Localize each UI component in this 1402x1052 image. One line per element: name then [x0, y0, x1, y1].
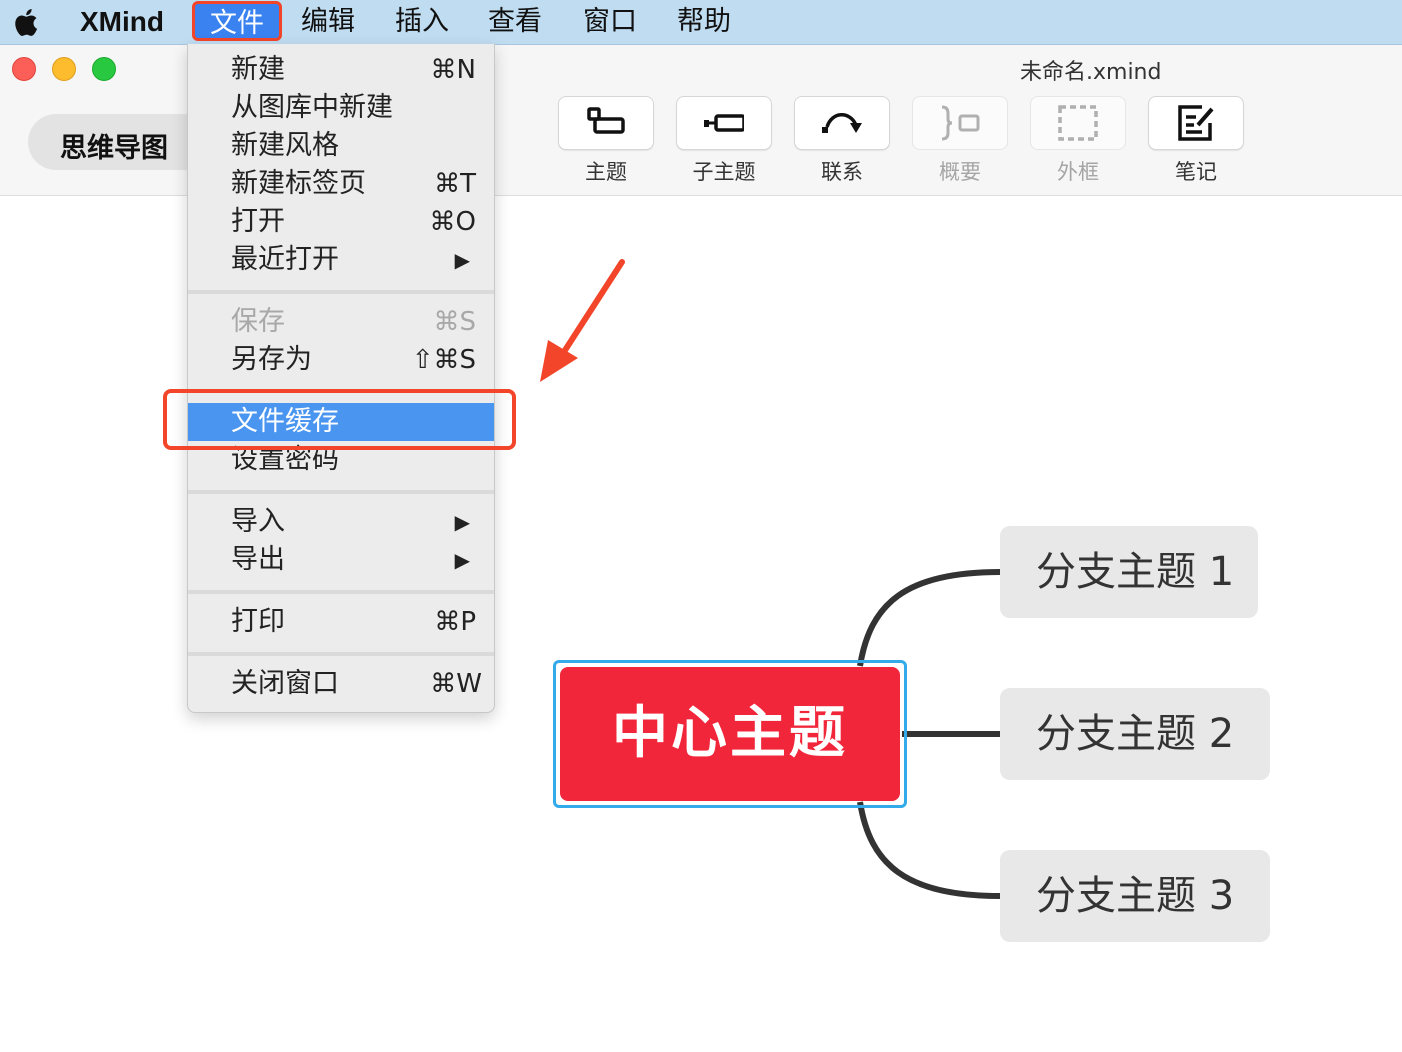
branch-topic-1[interactable]: 分支主题 1 [1000, 526, 1258, 618]
shortcut-save-as: ⇧⌘S [411, 345, 476, 375]
shortcut-print: ⌘P [434, 607, 476, 637]
branch-topic-3[interactable]: 分支主题 3 [1000, 850, 1270, 942]
relationship-tool-button[interactable]: 联系 [794, 96, 890, 186]
topic-icon [587, 107, 625, 134]
boundary-icon [1058, 105, 1098, 141]
subtopic-icon [704, 114, 744, 132]
branch-topic-2[interactable]: 分支主题 2 [1000, 688, 1270, 780]
menu-bar: XMind 文件 编辑 插入 查看 窗口 帮助 [0, 0, 1402, 45]
topic-tool-label: 主题 [585, 160, 627, 184]
central-topic[interactable]: 中心主题 [560, 667, 900, 801]
summary-tool-button[interactable]: 概要 [912, 96, 1008, 186]
boundary-tool-label: 外框 [1057, 160, 1099, 184]
topic-tool-button[interactable]: 主题 [558, 96, 654, 186]
shortcut-close-window: ⌘W [430, 669, 482, 699]
menu-item-export[interactable]: 导出 ▶ [188, 541, 494, 579]
summary-icon [941, 105, 980, 141]
app-name-menu[interactable]: XMind [80, 0, 164, 44]
close-window-button[interactable] [12, 57, 36, 81]
menu-item-new-from-library[interactable]: 从图库中新建 [188, 89, 494, 127]
minimize-window-button[interactable] [52, 57, 76, 81]
zoom-window-button[interactable] [92, 57, 116, 81]
menu-item-save: 保存 ⌘S [188, 303, 494, 341]
menu-item-open[interactable]: 打开 ⌘O [188, 203, 494, 241]
annotation-highlight-box [163, 389, 516, 450]
boundary-tool-button[interactable]: 外框 [1030, 96, 1126, 186]
menu-separator [188, 652, 494, 656]
shortcut-open: ⌘O [429, 207, 476, 237]
summary-tool-label: 概要 [939, 160, 981, 184]
subtopic-tool-label: 子主题 [692, 160, 756, 184]
menu-separator [188, 590, 494, 594]
menu-item-open-recent[interactable]: 最近打开 ▶ [188, 241, 494, 279]
notes-tool-button[interactable]: 笔记 [1148, 96, 1244, 186]
menu-item-import[interactable]: 导入 ▶ [188, 503, 494, 541]
menu-window[interactable]: 窗口 [583, 0, 637, 44]
menu-item-new[interactable]: 新建 ⌘N [188, 51, 494, 89]
tab-mindmap-label: 思维导图 [60, 133, 168, 164]
menu-separator [188, 290, 494, 294]
menu-edit[interactable]: 编辑 [301, 0, 355, 44]
relationship-icon [822, 113, 862, 133]
menu-separator [188, 490, 494, 494]
notes-tool-label: 笔记 [1175, 160, 1217, 184]
submenu-arrow-icon: ▶ [454, 510, 470, 534]
apple-icon[interactable] [12, 6, 42, 38]
menu-help[interactable]: 帮助 [677, 0, 731, 44]
shortcut-new: ⌘N [430, 55, 476, 85]
menu-file[interactable]: 文件 [192, 1, 282, 41]
menu-view[interactable]: 查看 [488, 0, 542, 44]
subtopic-tool-button[interactable]: 子主题 [676, 96, 772, 186]
menu-item-save-as[interactable]: 另存为 ⇧⌘S [188, 341, 494, 379]
window-title: 未命名.xmind [1020, 60, 1162, 85]
relationship-tool-label: 联系 [821, 160, 863, 184]
notes-icon [1178, 105, 1214, 141]
annotation-arrow-icon [540, 259, 625, 382]
menu-item-new-tab[interactable]: 新建标签页 ⌘T [188, 165, 494, 203]
submenu-arrow-icon: ▶ [454, 248, 470, 272]
menu-item-print[interactable]: 打印 ⌘P [188, 603, 494, 641]
menu-item-new-style[interactable]: 新建风格 [188, 127, 494, 165]
menu-item-close-window[interactable]: 关闭窗口 ⌘W [188, 665, 494, 703]
submenu-arrow-icon: ▶ [454, 548, 470, 572]
shortcut-new-tab: ⌘T [434, 169, 476, 199]
file-dropdown-menu: 新建 ⌘N 从图库中新建 新建风格 新建标签页 ⌘T 打开 ⌘O 最近打开 ▶ … [187, 44, 495, 713]
menu-insert[interactable]: 插入 [395, 0, 449, 44]
shortcut-save: ⌘S [433, 307, 476, 337]
